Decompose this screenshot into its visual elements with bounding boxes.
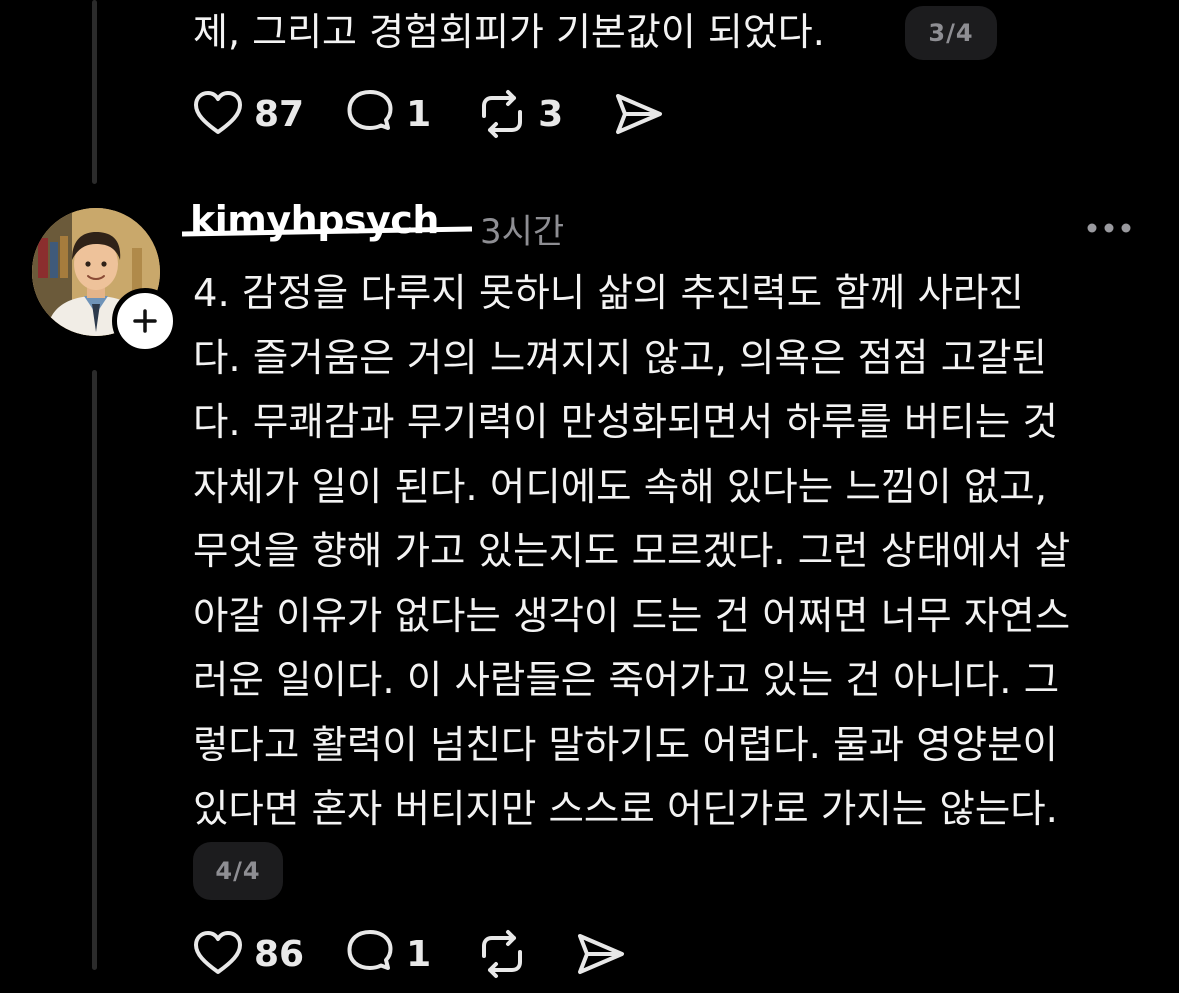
previous-post-text: 제, 그리고 경험회피가 기본값이 되었다. [193,10,825,54]
post-text-line: 자체가 일이 된다. 어디에도 속해 있다는 느낌이 없고, [193,464,1047,510]
repost-icon [482,90,523,138]
reply-count: 1 [406,933,432,975]
repost-icon [482,930,523,978]
share-button[interactable] [610,86,666,142]
post-text-line: 아갈 이유가 없다는 생각이 드는 건 어쩌면 너무 자연스 [193,593,1071,639]
post-text-line: 무엇을 향해 가고 있는지도 모르겠다. 그런 상태에서 살 [193,529,1071,574]
repost-count: 3 [538,93,564,135]
post-text-line: 다. 무쾌감과 무기력이 만성화되면서 하루를 버티는 것 [193,400,1058,445]
paper-plane-icon [616,94,663,134]
previous-post-actions: 87 1 3 [190,86,704,142]
post-timestamp: 3시간 [480,212,565,252]
heart-icon [194,91,242,134]
follow-button[interactable] [112,288,178,354]
post-actions: 86 1 [190,926,666,982]
post-text-line: 4. 감정을 다루지 못하니 삶의 추진력도 함께 사라진 [193,271,1024,316]
post-text-line: 렇다고 활력이 넘친다 말하기도 어렵다. 물과 영양분이 [193,722,1058,768]
page-indicator: 4/4 [193,842,283,900]
share-button[interactable] [572,926,628,982]
speech-bubble-icon [347,930,393,970]
previous-page-indicator: 3/4 [905,6,997,60]
repost-button[interactable]: 3 [474,86,568,142]
plus-icon [133,309,157,333]
reply-button[interactable]: 1 [342,86,436,142]
like-count: 86 [254,933,305,975]
like-button[interactable]: 86 [190,926,304,982]
thread-connector-line [92,0,97,184]
repost-button[interactable] [474,926,530,982]
reply-count: 1 [406,93,432,135]
reply-button[interactable]: 1 [342,926,436,982]
like-count: 87 [254,93,305,135]
like-button[interactable]: 87 [190,86,304,142]
post-text-line: 러운 일이다. 이 사람들은 죽어가고 있는 건 아니다. 그 [193,658,1060,703]
threads-screen: 제, 그리고 경험회피가 기본값이 되었다. 3/4 87 1 3 kimyhp… [0,0,1179,993]
post-text-line: 있다면 혼자 버티지만 스스로 어딘가로 가지는 않는다. [193,787,1058,832]
speech-bubble-icon [347,90,393,130]
post-body: 4. 감정을 다루지 못하니 삶의 추진력도 함께 사라진 다. 즐거움은 거의… [193,262,1163,843]
heart-icon [194,931,242,974]
post-text-line: 다. 즐거움은 거의 느껴지지 않고, 의욕은 점점 고갈된 [193,335,1047,381]
more-dots-icon [1087,223,1131,233]
paper-plane-icon [578,934,625,974]
more-options-button[interactable] [1084,210,1134,246]
thread-connector-line [92,370,97,970]
